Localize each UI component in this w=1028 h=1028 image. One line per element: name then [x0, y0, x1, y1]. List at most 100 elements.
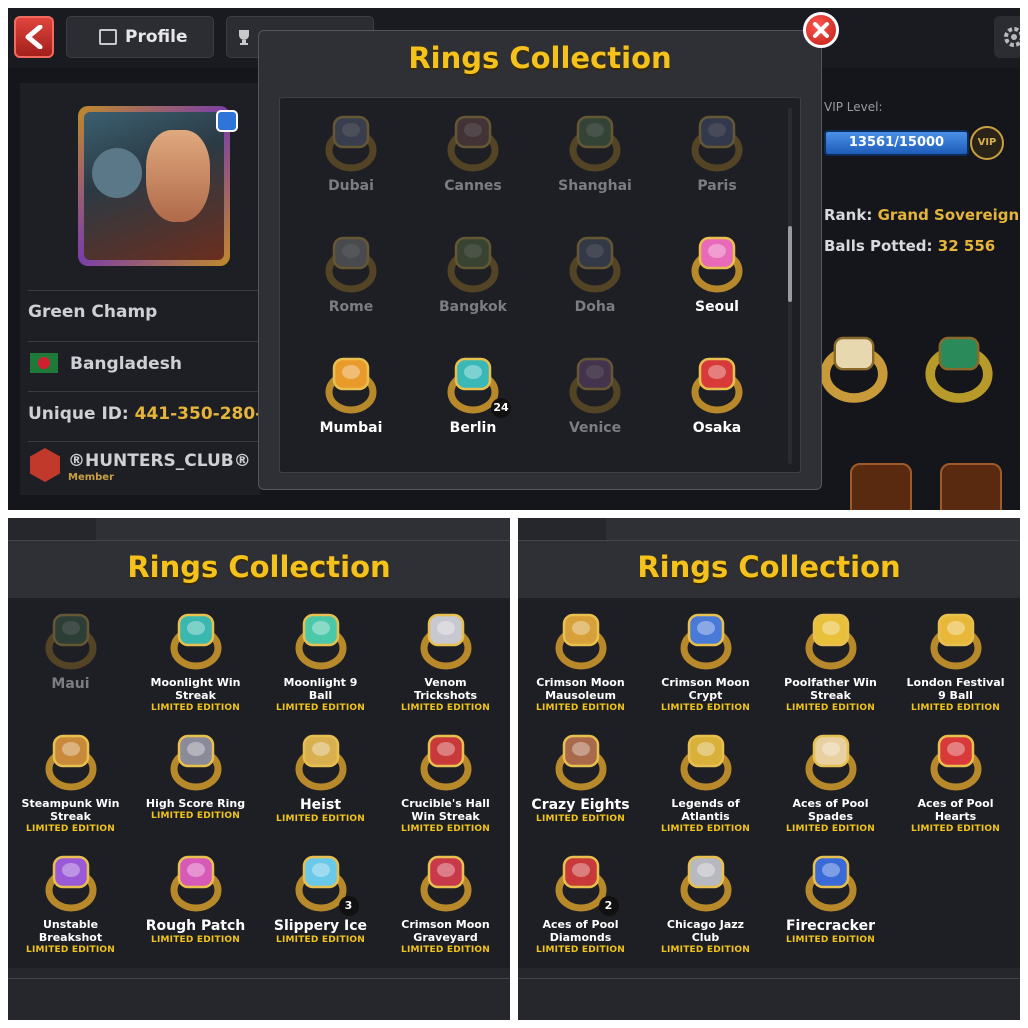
- scrollbar-thumb[interactable]: [788, 226, 792, 302]
- ring-item-crimson-moon-mausoleum[interactable]: Crimson Moon Mausoleum LIMITED EDITION: [518, 610, 643, 731]
- ring-item-crimson-moon-crypt[interactable]: Crimson Moon Crypt LIMITED EDITION: [643, 610, 768, 731]
- limited-edition-label: LIMITED EDITION: [536, 945, 625, 955]
- ring-item-rough-patch[interactable]: Rough Patch LIMITED EDITION: [133, 852, 258, 973]
- rings-grid-area[interactable]: Maui Moonlight Win Streak LIMITED EDITION M…: [8, 598, 510, 968]
- ring-item-crazy-eights[interactable]: Crazy Eights LIMITED EDITION: [518, 731, 643, 852]
- crown-badge-icon[interactable]: [850, 463, 912, 510]
- ring-item-rome[interactable]: Rome: [290, 233, 412, 354]
- ring-poolfather-win-streak-icon: [801, 610, 861, 672]
- ring-item-crucible-s-hall-win-streak[interactable]: Crucible's Hall Win Streak LIMITED EDITIO…: [383, 731, 508, 852]
- rings-scroll-area[interactable]: Dubai Cannes Shanghai Paris Rome Bangkok Doha S…: [279, 97, 801, 473]
- ring-item-london-festival-9-ball[interactable]: London Festival 9 Ball LIMITED EDITION: [893, 610, 1018, 731]
- vip-badge-icon: VIP: [970, 126, 1004, 160]
- limited-edition-label: LIMITED EDITION: [401, 824, 490, 834]
- ring-aces-of-pool-hearts-icon: [926, 731, 986, 793]
- ring-dubai-icon: [321, 112, 381, 174]
- ring-name: Crimson Moon Crypt: [661, 676, 750, 702]
- ring-item-legends-of-atlantis[interactable]: Legends of Atlantis LIMITED EDITION: [643, 731, 768, 852]
- ring-item-venice[interactable]: Venice: [534, 354, 656, 475]
- ring-item-firecracker[interactable]: Firecracker LIMITED EDITION: [768, 852, 893, 973]
- ring-name: Slippery Ice: [273, 918, 368, 934]
- limited-edition-label: LIMITED EDITION: [911, 703, 1000, 713]
- ring-item-steampunk-win-streak[interactable]: Steampunk Win Streak LIMITED EDITION: [8, 731, 133, 852]
- panel-footer: [8, 968, 510, 1020]
- ring-item-poolfather-win-streak[interactable]: Poolfather Win Streak LIMITED EDITION: [768, 610, 893, 731]
- ring-item-venom-trickshots[interactable]: Venom Trickshots LIMITED EDITION: [383, 610, 508, 731]
- ring-item-bangkok[interactable]: Bangkok: [412, 233, 534, 354]
- ring-name: Steampunk Win Streak: [21, 797, 120, 823]
- ring-name: Moonlight 9 Ball: [283, 676, 358, 702]
- ring-item-seoul[interactable]: Seoul: [656, 233, 778, 354]
- ring-high-score-ring-icon: [166, 731, 226, 793]
- scrollbar[interactable]: [788, 108, 792, 464]
- ring-maui-icon: [41, 610, 101, 672]
- ring-unstable-breakshot-icon: [41, 852, 101, 914]
- ring-item-moonlight-win-streak[interactable]: Moonlight Win Streak LIMITED EDITION: [133, 610, 258, 731]
- avatar[interactable]: [78, 106, 230, 266]
- ring-name: Crucible's Hall Win Streak: [401, 797, 490, 823]
- ring-name: High Score Ring: [145, 797, 246, 810]
- edit-avatar-icon[interactable]: [216, 110, 238, 132]
- ring-item-aces-of-pool-diamonds[interactable]: 2 Aces of Pool Diamonds LIMITED EDITION: [518, 852, 643, 973]
- ring-item-crimson-moon-graveyard[interactable]: Crimson Moon Graveyard LIMITED EDITION: [383, 852, 508, 973]
- limited-edition-label: LIMITED EDITION: [786, 824, 875, 834]
- limited-edition-label: LIMITED EDITION: [786, 935, 875, 945]
- ring-firecracker-icon: [801, 852, 861, 914]
- rings-grid-area[interactable]: Crimson Moon Mausoleum LIMITED EDITION Cri…: [518, 598, 1020, 968]
- ring-item-slippery-ice[interactable]: 3 Slippery Ice LIMITED EDITION: [258, 852, 383, 973]
- close-button[interactable]: [803, 12, 839, 48]
- limited-edition-label: LIMITED EDITION: [536, 703, 625, 713]
- player-name: Green Champ: [28, 302, 158, 322]
- tab-profile-label: Profile: [125, 27, 188, 47]
- ring-item-cannes[interactable]: Cannes: [412, 112, 534, 233]
- ring-item-high-score-ring[interactable]: High Score Ring LIMITED EDITION: [133, 731, 258, 852]
- ring-item-shanghai[interactable]: Shanghai: [534, 112, 656, 233]
- limited-edition-label: LIMITED EDITION: [661, 945, 750, 955]
- ring-item-unstable-breakshot[interactable]: Unstable Breakshot LIMITED EDITION: [8, 852, 133, 973]
- limited-edition-label: LIMITED EDITION: [151, 703, 240, 713]
- ring-aces-of-pool-diamonds-icon: 2: [551, 852, 619, 916]
- ring-count-badge: 3: [338, 896, 359, 916]
- limited-edition-label: LIMITED EDITION: [536, 814, 625, 824]
- paw-badge-icon[interactable]: [940, 463, 1002, 510]
- equipped-ring-spades-icon[interactable]: [818, 328, 890, 408]
- ring-name: Aces of Pool Hearts: [917, 797, 994, 823]
- ring-item-chicago-jazz-club[interactable]: Chicago Jazz Club LIMITED EDITION: [643, 852, 768, 973]
- club-name[interactable]: ®HUNTERS_CLUB®: [68, 451, 251, 471]
- bangladesh-flag-icon: [30, 353, 58, 373]
- ring-crazy-eights-icon: [551, 731, 611, 793]
- vip-level-label: VIP Level:: [824, 100, 883, 114]
- ring-doha-icon: [565, 233, 625, 295]
- ring-item-maui[interactable]: Maui: [8, 610, 133, 731]
- ring-item-dubai[interactable]: Dubai: [290, 112, 412, 233]
- country-name: Bangladesh: [70, 354, 182, 374]
- limited-edition-label: LIMITED EDITION: [26, 824, 115, 834]
- balls-potted-stat: Balls Potted: 32 556: [824, 237, 995, 255]
- ring-item-paris[interactable]: Paris: [656, 112, 778, 233]
- panel-title: Rings Collection: [127, 550, 391, 584]
- ring-item-moonlight-9-ball[interactable]: Moonlight 9 Ball LIMITED EDITION: [258, 610, 383, 731]
- back-button[interactable]: [14, 16, 54, 58]
- ring-shanghai-icon: [565, 112, 625, 174]
- rank-label: Rank:: [824, 206, 873, 224]
- ring-item-aces-of-pool-spades[interactable]: Aces of Pool Spades LIMITED EDITION: [768, 731, 893, 852]
- ring-item-aces-of-pool-hearts[interactable]: Aces of Pool Hearts LIMITED EDITION: [893, 731, 1018, 852]
- ring-legends-of-atlantis-icon: [676, 731, 736, 793]
- ring-item-doha[interactable]: Doha: [534, 233, 656, 354]
- ring-name: Paris: [697, 178, 737, 194]
- settings-button[interactable]: [994, 16, 1020, 58]
- equipped-ring-atlantis-icon[interactable]: [923, 328, 995, 408]
- ring-moonlight-win-streak-icon: [166, 610, 226, 672]
- rings-collection-modal: Rings Collection Dubai Cannes Shanghai Pari…: [258, 30, 822, 490]
- ring-item-heist[interactable]: Heist LIMITED EDITION: [258, 731, 383, 852]
- back-arrow-icon: [25, 25, 43, 49]
- ring-item-mumbai[interactable]: Mumbai: [290, 354, 412, 475]
- ring-name: London Festival 9 Ball: [906, 676, 1005, 702]
- ring-item-berlin[interactable]: 24 Berlin: [412, 354, 534, 475]
- tab-profile[interactable]: Profile: [66, 16, 214, 58]
- ring-name: Shanghai: [558, 178, 632, 194]
- ring-aces-of-pool-spades-icon: [801, 731, 861, 793]
- ring-name: Unstable Breakshot: [38, 918, 103, 944]
- ring-name: Bangkok: [439, 299, 507, 315]
- ring-item-osaka[interactable]: Osaka: [656, 354, 778, 475]
